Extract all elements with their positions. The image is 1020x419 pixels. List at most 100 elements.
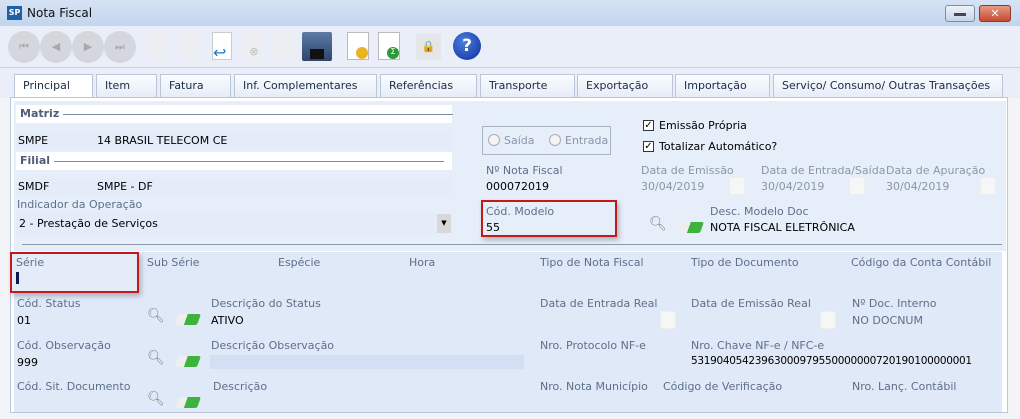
edit-icon[interactable] bbox=[180, 32, 200, 60]
nota-value: 000072019 bbox=[486, 180, 549, 193]
chevron-down-icon[interactable]: ▼ bbox=[437, 214, 451, 233]
data-entrada-real-label: Data de Entrada Real bbox=[540, 297, 658, 310]
title-bar bbox=[0, 0, 1020, 26]
tab-transporte[interactable]: Transporte bbox=[480, 74, 575, 97]
data-apuracao-label: Data de Apuração bbox=[886, 164, 986, 177]
cod-status-value: 01 bbox=[17, 314, 31, 327]
chave-value: 5319040542396300097955000000072019010000… bbox=[691, 355, 972, 367]
search-icon[interactable]: 🔍︎ bbox=[649, 216, 667, 232]
indicador-label: Indicador da Operação bbox=[17, 198, 143, 211]
filial-code: SMDF bbox=[18, 180, 50, 193]
desc-modelo-label: Desc. Modelo Doc bbox=[710, 205, 809, 218]
data-apuracao-value: 30/04/2019 bbox=[886, 180, 950, 193]
desc-modelo-value: NOTA FISCAL ELETRÔNICA bbox=[710, 221, 855, 234]
minimize-button[interactable] bbox=[945, 5, 975, 22]
calendar-icon[interactable] bbox=[820, 311, 836, 329]
doc-interno-value: NO DOCNUM bbox=[852, 314, 923, 327]
serie-label: Série bbox=[16, 256, 45, 269]
tab-item[interactable]: Item bbox=[96, 74, 157, 97]
protocolo-label: Nro. Protocolo NF-e bbox=[540, 339, 646, 352]
report-sum-icon[interactable]: Σ bbox=[378, 32, 400, 60]
eraser-icon[interactable] bbox=[677, 222, 705, 233]
cod-modelo-value: 55 bbox=[486, 221, 500, 234]
calendar-icon[interactable] bbox=[660, 311, 676, 329]
report-coins-icon[interactable] bbox=[347, 32, 369, 60]
codigo-verificacao-label: Código de Verificação bbox=[663, 380, 783, 393]
lanc-contabil-label: Nro. Lanç. Contábil bbox=[852, 380, 957, 393]
tab-inf-complementares[interactable]: Inf. Complementares bbox=[234, 74, 377, 97]
save-icon[interactable] bbox=[302, 32, 332, 61]
indicador-value: 2 - Prestação de Serviços bbox=[19, 217, 158, 230]
tab-importacao[interactable]: Importação bbox=[675, 74, 770, 97]
tab-exportacao[interactable]: Exportação bbox=[577, 74, 673, 97]
matriz-name: 14 BRASIL TELECOM CE bbox=[97, 134, 228, 147]
text-cursor bbox=[16, 272, 19, 284]
window-title: Nota Fiscal bbox=[27, 6, 93, 20]
eraser-icon[interactable] bbox=[174, 314, 202, 325]
sub-serie-label: Sub Série bbox=[147, 256, 200, 269]
tipo-documento-label: Tipo de Documento bbox=[691, 256, 799, 269]
separator bbox=[22, 244, 1002, 245]
radio-entrada[interactable] bbox=[549, 134, 561, 146]
close-button[interactable]: ✕ bbox=[979, 5, 1011, 22]
matriz-row bbox=[16, 131, 452, 149]
data-entrada-label: Data de Entrada/Saída bbox=[761, 164, 886, 177]
lock-icon[interactable]: 🔒 bbox=[416, 34, 441, 60]
calendar-icon[interactable] bbox=[729, 177, 745, 195]
indicador-select[interactable]: 2 - Prestação de Serviços bbox=[16, 213, 452, 234]
tipo-nota-label: Tipo de Nota Fiscal bbox=[540, 256, 644, 269]
data-entrada-value: 30/04/2019 bbox=[761, 180, 825, 193]
desc-observacao-label: Descrição Observação bbox=[211, 339, 335, 352]
matriz-header: Matriz bbox=[16, 105, 454, 123]
descricao-label: Descrição bbox=[213, 380, 268, 393]
undo-icon[interactable]: ↩ bbox=[212, 32, 232, 62]
especie-label: Espécie bbox=[278, 256, 321, 269]
last-record-icon[interactable]: ⏭ bbox=[104, 31, 136, 63]
search-icon[interactable]: 🔍︎ bbox=[147, 391, 165, 407]
tab-fatura[interactable]: Fatura bbox=[160, 74, 231, 97]
nota-label: Nº Nota Fiscal bbox=[486, 164, 563, 177]
radio-saida[interactable] bbox=[488, 134, 500, 146]
tab-principal[interactable]: Principal bbox=[14, 74, 93, 98]
nota-municipio-label: Nro. Nota Município bbox=[540, 380, 648, 393]
data-emissao-value: 30/04/2019 bbox=[641, 180, 705, 193]
filial-row bbox=[16, 178, 452, 196]
data-emissao-label: Data de Emissão bbox=[641, 164, 734, 177]
cod-observacao-value: 999 bbox=[17, 356, 38, 369]
eraser-icon[interactable] bbox=[174, 356, 202, 367]
desc-status-label: Descrição do Status bbox=[211, 297, 321, 310]
calendar-icon[interactable] bbox=[980, 177, 996, 195]
cod-modelo-label: Cód. Modelo bbox=[486, 205, 555, 218]
desc-observacao-input[interactable] bbox=[210, 355, 524, 369]
next-record-icon[interactable]: ▶ bbox=[72, 31, 104, 63]
tab-referencias[interactable]: Referências bbox=[380, 74, 477, 97]
radio-saida-label: Saída bbox=[504, 134, 535, 147]
conta-contabil-label: Código da Conta Contábil bbox=[851, 256, 992, 269]
calendar-icon[interactable] bbox=[849, 177, 865, 195]
tab-servico-consumo[interactable]: Serviço/ Consumo/ Outras Transações bbox=[773, 74, 1003, 97]
totalizar-checkbox[interactable]: ✓ bbox=[643, 141, 654, 152]
redo-icon[interactable] bbox=[274, 32, 294, 60]
previous-record-icon[interactable]: ◀ bbox=[40, 31, 72, 63]
emissao-propria-checkbox[interactable]: ✓ bbox=[643, 120, 654, 131]
search-icon[interactable]: 🔍︎ bbox=[147, 308, 165, 324]
radio-entrada-label: Entrada bbox=[565, 134, 609, 147]
data-emissao-real-label: Data de Emissão Real bbox=[691, 297, 811, 310]
matriz-code: SMPE bbox=[18, 134, 49, 147]
hora-label: Hora bbox=[409, 256, 436, 269]
first-record-icon[interactable]: ⏮ bbox=[8, 31, 40, 63]
new-icon[interactable] bbox=[148, 32, 168, 60]
doc-interno-label: Nº Doc. Interno bbox=[852, 297, 937, 310]
app-icon: SP bbox=[7, 6, 22, 20]
eraser-icon[interactable] bbox=[174, 397, 202, 408]
cod-observacao-label: Cód. Observação bbox=[17, 339, 111, 352]
cod-status-label: Cód. Status bbox=[17, 297, 81, 310]
search-icon[interactable]: 🔍︎ bbox=[147, 350, 165, 366]
delete-icon[interactable]: ⊗ bbox=[244, 32, 264, 60]
totalizar-label: Totalizar Automático? bbox=[659, 140, 778, 153]
emissao-propria-label: Emissão Própria bbox=[659, 119, 747, 132]
desc-status-value: ATIVO bbox=[211, 314, 244, 327]
chave-label: Nro. Chave NF-e / NFC-e bbox=[691, 339, 825, 352]
help-icon[interactable]: ? bbox=[453, 32, 481, 60]
filial-name: SMPE - DF bbox=[97, 180, 153, 193]
